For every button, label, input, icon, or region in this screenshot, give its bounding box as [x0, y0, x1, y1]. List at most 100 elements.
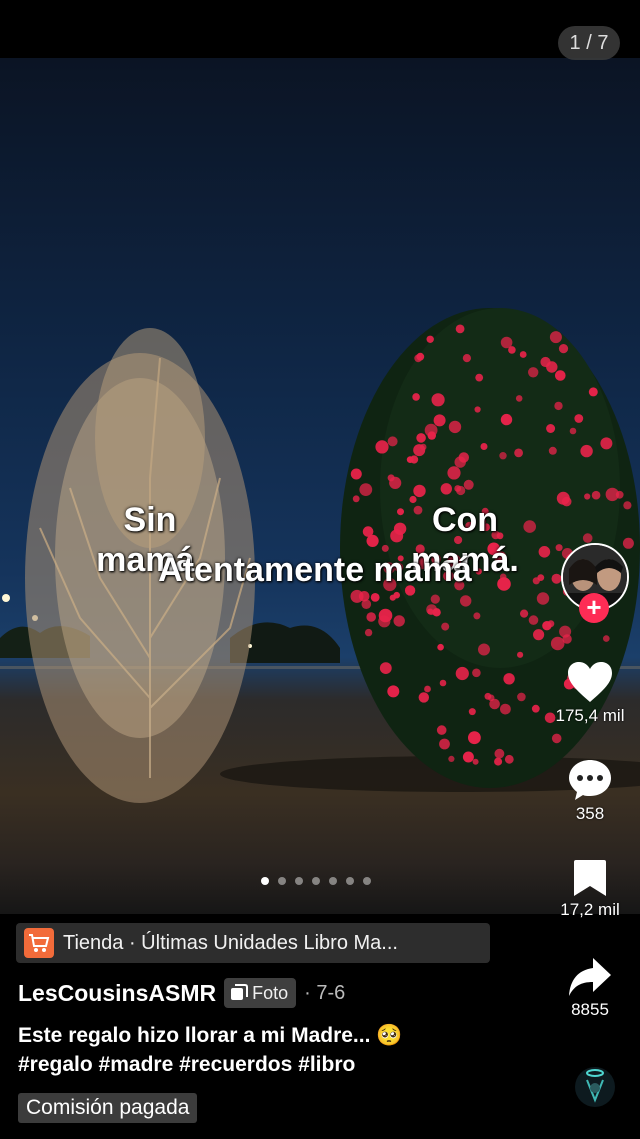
flower [519, 351, 527, 358]
flower [514, 448, 523, 458]
flower [412, 393, 420, 401]
flower [554, 401, 563, 411]
flower [536, 592, 550, 605]
flower [430, 594, 440, 604]
carousel-dot[interactable] [329, 877, 337, 885]
flower [460, 595, 472, 607]
flower [416, 433, 426, 443]
author-row: LesCousinsASMR Foto · 7-6 [18, 978, 345, 1008]
carousel-dot[interactable] [295, 877, 303, 885]
flower [413, 484, 426, 498]
save-action[interactable]: 17,2 mil [540, 858, 640, 920]
save-count: 17,2 mil [560, 900, 620, 919]
comment-count: 358 [575, 804, 605, 823]
flower [475, 373, 484, 382]
flower [517, 651, 524, 658]
post-date: · 7-6 [304, 981, 346, 1004]
flower [361, 599, 372, 609]
flower [439, 738, 450, 750]
caption-text[interactable]: Este regalo hizo llorar a mi Madre... 🥺 [18, 1021, 402, 1051]
flower [480, 443, 488, 450]
photo-badge: Foto [224, 978, 297, 1008]
flower [440, 483, 452, 495]
plus-icon: + [586, 592, 602, 622]
flower [574, 414, 584, 423]
flower [542, 621, 552, 631]
flower [515, 395, 523, 402]
flower [603, 635, 610, 642]
share-action[interactable]: 8855 [540, 956, 640, 1020]
flower [551, 573, 562, 584]
flower [419, 443, 427, 451]
share-count: 8855 [571, 1000, 609, 1019]
image-counter: 1 / 7 [558, 26, 620, 60]
flower [582, 533, 593, 543]
caption-hashtags[interactable]: #regalo #madre #recuerdos #libro [18, 1053, 355, 1077]
flower [455, 324, 465, 334]
carousel-dot[interactable] [278, 877, 286, 885]
flower [468, 731, 481, 745]
flower [494, 757, 503, 766]
flower [569, 427, 577, 435]
flower [418, 692, 429, 703]
flower [503, 673, 515, 685]
flower [549, 331, 562, 344]
flower [555, 544, 563, 552]
flower [393, 615, 405, 627]
shop-link[interactable]: Tienda · Últimas Unidades Libro Ma... [16, 923, 490, 963]
flower [499, 452, 507, 460]
photo-icon [231, 984, 249, 1000]
overlay-text-bottom: Atentamente mamá [158, 551, 472, 589]
flower [517, 692, 526, 702]
flower [437, 643, 444, 651]
flower [531, 704, 540, 713]
flower [478, 643, 490, 656]
comment-icon [569, 760, 611, 800]
paid-commission-label: Comisión pagada [18, 1093, 198, 1123]
flower [378, 615, 391, 628]
follow-button[interactable]: + [579, 593, 609, 623]
flower [389, 594, 396, 601]
username[interactable]: LesCousinsASMR [18, 980, 216, 1007]
flower [447, 466, 461, 480]
flower [556, 491, 570, 505]
music-disc-icon[interactable] [574, 1066, 616, 1108]
flower [350, 468, 362, 480]
flower [580, 444, 593, 458]
flower [441, 622, 450, 631]
flower [472, 668, 481, 678]
flower [500, 413, 513, 426]
flower [387, 436, 398, 447]
flower [615, 490, 624, 499]
carousel-dots[interactable] [261, 877, 371, 885]
flower [559, 625, 572, 638]
flower [500, 336, 513, 349]
flower [436, 725, 447, 735]
flower [537, 574, 545, 581]
carousel-dot[interactable] [363, 877, 371, 885]
flower [350, 589, 364, 603]
flower [448, 420, 462, 434]
flower [433, 414, 446, 427]
heart-icon [568, 662, 612, 702]
carousel-dot[interactable] [346, 877, 354, 885]
flower [468, 708, 476, 716]
flower [366, 612, 377, 622]
flower [533, 629, 545, 641]
flower [487, 694, 495, 702]
flower [551, 733, 562, 744]
flower [588, 387, 598, 397]
flower [375, 440, 389, 454]
flower [414, 354, 423, 363]
carousel-dot[interactable] [312, 877, 320, 885]
flower [528, 615, 539, 625]
carousel-dot[interactable] [261, 877, 269, 885]
flower [622, 537, 634, 549]
comment-action[interactable]: 358 [540, 758, 640, 824]
flower [463, 479, 474, 490]
flower [455, 666, 469, 681]
flower [528, 367, 539, 378]
like-action[interactable]: 175,4 mil [540, 660, 640, 726]
flower [426, 335, 434, 343]
flower [474, 406, 481, 413]
